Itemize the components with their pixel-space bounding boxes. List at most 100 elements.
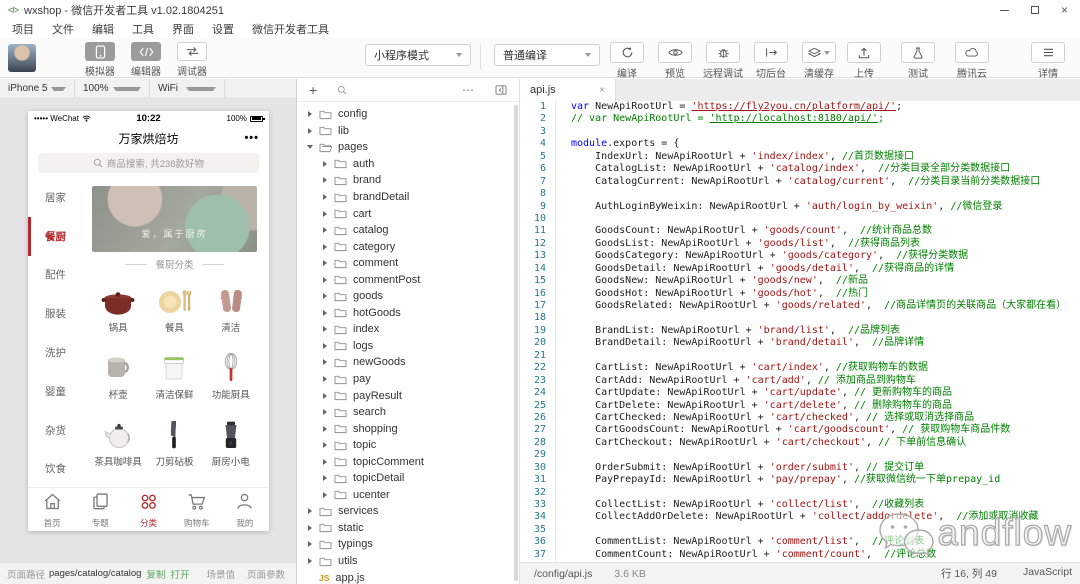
subcategory-item[interactable]: 刀剪砧板 [146, 410, 202, 468]
subcategory-item[interactable]: 厨房小电 [203, 410, 259, 468]
subcategory-item[interactable]: 功能厨具 [203, 343, 259, 401]
tree-item-utils[interactable]: utils [297, 553, 519, 570]
mode-select[interactable]: 小程序模式 [365, 44, 471, 66]
new-file-button[interactable]: + [309, 83, 317, 97]
tree-item-catalog[interactable]: catalog [297, 222, 519, 239]
search-input[interactable]: 商品搜索, 共238款好物 [38, 153, 259, 173]
menu-item-4[interactable]: 界面 [172, 21, 194, 37]
tree-item-payResult[interactable]: payResult [297, 387, 519, 404]
tree-item-typings[interactable]: typings [297, 536, 519, 553]
tree-scrollbar[interactable] [514, 105, 518, 581]
tree-item-comment[interactable]: comment [297, 255, 519, 272]
tree-item-cart[interactable]: cart [297, 205, 519, 222]
collapse-panel-icon[interactable] [495, 85, 507, 95]
tree-item-label: topic [353, 439, 376, 451]
tree-item-goods[interactable]: goods [297, 288, 519, 305]
compile-mode-select[interactable]: 普通编译 [494, 44, 600, 66]
copy-path-link[interactable]: 复制 [146, 567, 165, 581]
subcategory-item[interactable]: 餐具 [146, 276, 202, 334]
tree-item-logs[interactable]: logs [297, 338, 519, 355]
tab-me[interactable]: 我的 [221, 488, 269, 531]
upload-button[interactable]: 上传 [844, 42, 884, 80]
close-tab-icon[interactable]: × [583, 85, 605, 96]
more-options-icon[interactable]: ⋯ [462, 83, 475, 97]
refresh-button[interactable]: 编译 [607, 42, 647, 80]
user-avatar[interactable] [8, 44, 36, 72]
menu-item-3[interactable]: 工具 [132, 21, 154, 37]
maximize-button[interactable] [1031, 6, 1039, 14]
category-menu-item-2[interactable]: 配件 [28, 256, 80, 295]
tree-item-index[interactable]: index [297, 321, 519, 338]
eye-button[interactable]: 预览 [655, 42, 695, 80]
category-menu-item-3[interactable]: 服装 [28, 294, 80, 333]
subcategory-item[interactable]: 茶具咖啡具 [90, 410, 146, 468]
tree-item-app-js[interactable]: JSapp.js [297, 569, 519, 584]
tree-item-brand[interactable]: brand [297, 172, 519, 189]
page-params-label[interactable]: 页面参数 [247, 567, 285, 581]
language-mode[interactable]: JavaScript [1023, 566, 1072, 581]
minimize-button[interactable] [1000, 10, 1009, 11]
miniapp-menu-dots[interactable]: ••• [244, 132, 259, 144]
tab-category[interactable]: 分类 [124, 488, 172, 531]
category-menu-item-5[interactable]: 婴童 [28, 372, 80, 411]
toolbar-toggle-phone[interactable]: 模拟器 [78, 42, 122, 78]
tree-item-topic[interactable]: topic [297, 437, 519, 454]
menu-item-6[interactable]: 微信开发者工具 [252, 21, 329, 37]
tree-item-static[interactable]: static [297, 520, 519, 537]
details-button[interactable]: 详情 [1028, 42, 1068, 80]
menu-item-5[interactable]: 设置 [212, 21, 234, 37]
category-menu-item-1[interactable]: 餐厨 [28, 217, 80, 256]
category-menu-item-7[interactable]: 饮食 [28, 450, 80, 489]
bug-button[interactable]: 远程调试 [703, 42, 743, 80]
subcategory-item[interactable]: 锅具 [90, 276, 146, 334]
tab-home[interactable]: 首页 [28, 488, 76, 531]
subcategory-item[interactable]: 杯壶 [90, 343, 146, 401]
tab-api-js[interactable]: api.js × [520, 79, 616, 101]
toolbar-toggle-code[interactable]: 编辑器 [124, 42, 168, 78]
category-menu-item-4[interactable]: 洗护 [28, 333, 80, 372]
code-editor[interactable]: 1234567891011121314151617181920212223242… [520, 101, 1080, 562]
cursor-position[interactable]: 行 16, 列 49 [941, 566, 997, 581]
search-files-icon[interactable] [337, 85, 347, 95]
tree-item-search[interactable]: search [297, 404, 519, 421]
menu-item-2[interactable]: 编辑 [92, 21, 114, 37]
device-select[interactable]: iPhone 5 [0, 79, 75, 98]
category-menu-item-0[interactable]: 居家 [28, 178, 80, 217]
tree-item-auth[interactable]: auth [297, 156, 519, 173]
cache-button[interactable]: 清缓存 [799, 42, 839, 80]
tab-topics[interactable]: 专题 [76, 488, 124, 531]
cloud-button[interactable]: 腾讯云 [952, 42, 992, 80]
tree-item-config[interactable]: config [297, 106, 519, 123]
tree-item-shopping[interactable]: shopping [297, 420, 519, 437]
tree-item-category[interactable]: category [297, 238, 519, 255]
tree-item-services[interactable]: services [297, 503, 519, 520]
tree-item-newGoods[interactable]: newGoods [297, 354, 519, 371]
tree-item-commentPost[interactable]: commentPost [297, 271, 519, 288]
tree-item-hotGoods[interactable]: hotGoods [297, 305, 519, 322]
tree-item-topicComment[interactable]: topicComment [297, 453, 519, 470]
code-line: IndexUrl: NewApiRootUrl + 'index/index',… [571, 151, 1080, 163]
tree-item-pages[interactable]: pages [297, 139, 519, 156]
tree-item-topicDetail[interactable]: topicDetail [297, 470, 519, 487]
tree-item-lib[interactable]: lib [297, 123, 519, 140]
tree-item-label: brandDetail [353, 191, 409, 203]
network-select[interactable]: WiFi [150, 79, 225, 98]
toolbar-toggle-debug[interactable]: 调试器 [170, 42, 214, 78]
tree-item-pay[interactable]: pay [297, 371, 519, 388]
menu-item-0[interactable]: 项目 [12, 21, 34, 37]
subcategory-item[interactable]: 清洁保鲜 [146, 343, 202, 401]
menu-item-1[interactable]: 文件 [52, 21, 74, 37]
open-path-link[interactable]: 打开 [170, 567, 189, 581]
tree-item-brandDetail[interactable]: brandDetail [297, 189, 519, 206]
test-button[interactable]: 测试 [898, 42, 938, 80]
category-menu-item-6[interactable]: 杂货 [28, 411, 80, 450]
folder-icon [334, 374, 347, 385]
close-window-button[interactable]: × [1061, 4, 1068, 16]
background-button[interactable]: 切后台 [751, 42, 791, 80]
category-banner-image[interactable]: 爱，属于厨房 [92, 186, 257, 252]
subcategory-item[interactable]: 清洁 [203, 276, 259, 334]
tree-item-ucenter[interactable]: ucenter [297, 487, 519, 504]
tab-cart[interactable]: 购物车 [173, 488, 221, 531]
scene-value-label[interactable]: 场景值 [206, 567, 235, 581]
zoom-select[interactable]: 100% [75, 79, 150, 98]
